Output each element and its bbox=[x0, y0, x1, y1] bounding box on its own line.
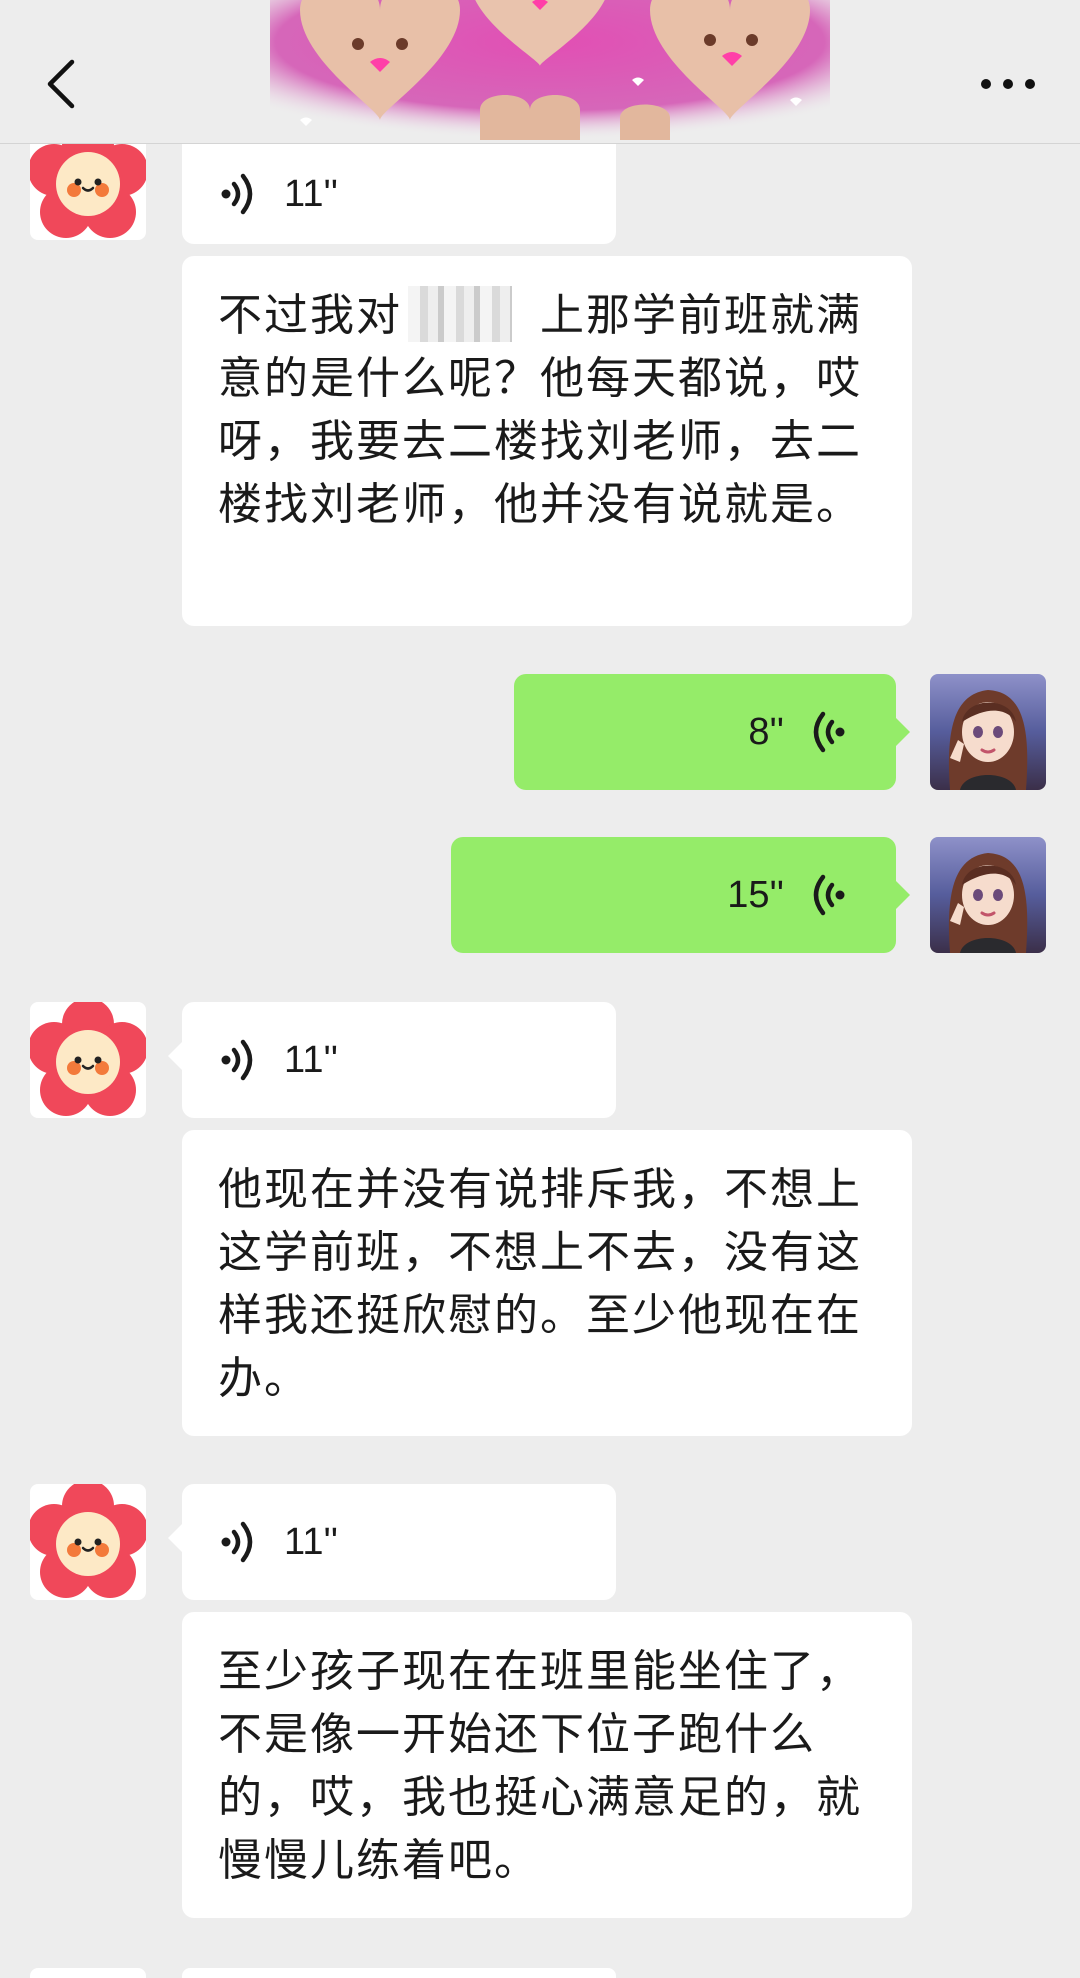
voice-transcript: 他现在并没有说排斥我，不想上这学前班，不想上不去，没有这样我还挺欣慰的。至少他现… bbox=[182, 1130, 912, 1436]
transcript-text: 不过我对 上那学前班就满意的是什么呢？他每天都说，哎呀，我要去二楼找刘老师，去二… bbox=[218, 290, 862, 530]
voice-wave-icon bbox=[221, 1521, 253, 1563]
flower-icon bbox=[30, 1002, 146, 1116]
voice-transcript: 至少孩子现在在班里能坐住了，不是像一开始还下位子跑什么的，哎，我也挺心满意足的，… bbox=[182, 1612, 912, 1918]
next-avatar-edge bbox=[30, 1968, 146, 1978]
back-button[interactable] bbox=[30, 44, 94, 124]
voice-message-bubble[interactable]: 8'' bbox=[514, 674, 910, 790]
voice-wave-icon bbox=[813, 874, 845, 916]
transcript-text: 他现在并没有说排斥我，不想上这学前班，不想上不去，没有这样我还挺欣慰的。至少他现… bbox=[218, 1164, 862, 1404]
voice-duration: 11'' bbox=[284, 1038, 338, 1081]
ellipsis-icon bbox=[981, 79, 1035, 89]
voice-duration: 15'' bbox=[727, 873, 784, 916]
redacted-text-mosaic bbox=[408, 286, 512, 342]
voice-wave-icon bbox=[221, 173, 253, 215]
voice-wave-icon bbox=[221, 1039, 253, 1081]
header-banner-image bbox=[270, 0, 830, 140]
flower-icon bbox=[30, 1484, 146, 1598]
voice-message-bubble[interactable]: 15'' bbox=[451, 837, 910, 953]
chat-header bbox=[0, 0, 1080, 144]
flower-avatar[interactable] bbox=[30, 1002, 146, 1118]
voice-message-bubble[interactable]: 11'' bbox=[182, 144, 616, 244]
next-bubble-edge bbox=[182, 1968, 616, 1978]
voice-message-bubble[interactable]: 11'' bbox=[168, 1484, 616, 1600]
voice-wave-icon bbox=[813, 711, 845, 753]
voice-transcript: 不过我对 上那学前班就满意的是什么呢？他每天都说，哎呀，我要去二楼找刘老师，去二… bbox=[182, 256, 912, 626]
girl-portrait-icon bbox=[948, 853, 1028, 953]
chevron-left-icon bbox=[47, 59, 75, 109]
voice-duration: 11'' bbox=[284, 1520, 338, 1563]
girl-avatar[interactable] bbox=[930, 837, 1046, 953]
girl-avatar[interactable] bbox=[930, 674, 1046, 790]
chat-message-list[interactable]: 11'' 不过我对 上那学前班就满意的是什么呢？他每天都说，哎呀，我要去二楼找刘… bbox=[0, 124, 1080, 1978]
more-button[interactable] bbox=[966, 44, 1050, 124]
girl-portrait-icon bbox=[948, 690, 1028, 790]
voice-message-bubble[interactable]: 11'' bbox=[168, 1002, 616, 1118]
flower-avatar[interactable] bbox=[30, 1484, 146, 1600]
voice-duration: 11'' bbox=[284, 172, 338, 215]
voice-duration: 8'' bbox=[748, 710, 784, 753]
transcript-text: 至少孩子现在在班里能坐住了，不是像一开始还下位子跑什么的，哎，我也挺心满意足的，… bbox=[218, 1646, 862, 1886]
